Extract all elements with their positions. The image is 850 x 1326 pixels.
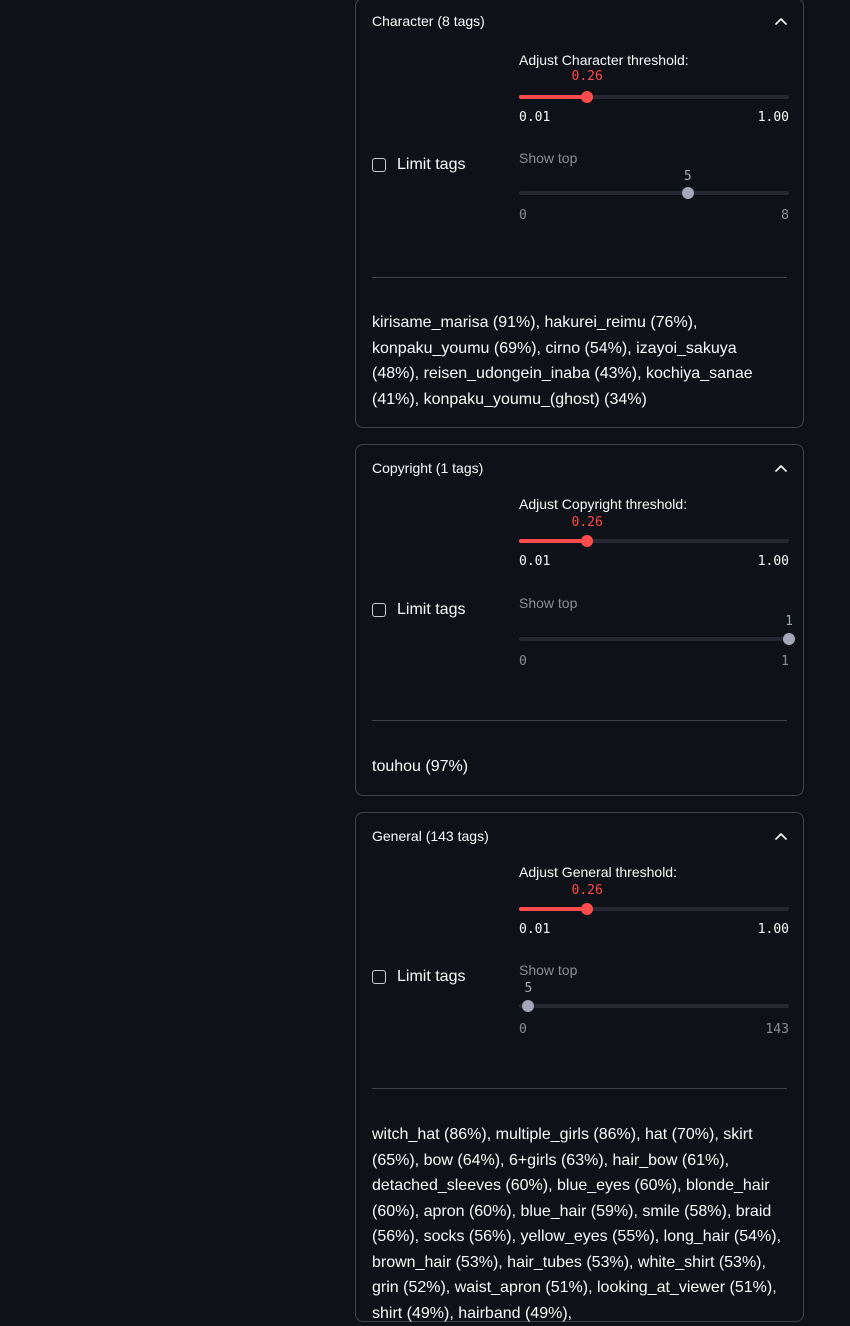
general-show-top-thumb[interactable]: [522, 1000, 535, 1012]
character-divider: [372, 277, 787, 278]
copyright-threshold-min: 0.01: [519, 554, 551, 569]
copyright-show-top-thumb[interactable]: [783, 633, 795, 645]
copyright-threshold-slider: Adjust Copyright threshold: 0.26 0.01 1.…: [519, 496, 790, 576]
character-show-top-max: 8: [781, 208, 789, 223]
copyright-threshold-thumb[interactable]: [581, 535, 594, 547]
character-threshold-slider: Adjust Character threshold: 0.26 0.01 1.…: [519, 52, 790, 132]
character-threshold-track[interactable]: [519, 91, 789, 103]
copyright-show-top-label: Show top: [519, 595, 578, 611]
character-show-top-value: 5: [683, 169, 692, 184]
copyright-limit-tags-checkbox[interactable]: Limit tags: [372, 601, 465, 619]
copyright-show-top-value: 1: [785, 614, 793, 629]
copyright-show-top-max: 1: [781, 654, 789, 669]
checkbox-box[interactable]: [372, 970, 386, 984]
general-threshold-value: 0.26: [571, 883, 603, 898]
chevron-up-icon[interactable]: [775, 462, 787, 474]
character-threshold-thumb[interactable]: [581, 91, 594, 103]
general-threshold-max: 1.00: [757, 922, 789, 937]
character-threshold-label: Adjust Character threshold:: [519, 52, 689, 68]
copyright-panel-title: Copyright (1 tags): [372, 460, 484, 476]
character-show-top-label: Show top: [519, 150, 578, 166]
general-limit-tags-checkbox[interactable]: Limit tags: [372, 968, 465, 986]
character-limit-tags-checkbox[interactable]: Limit tags: [372, 156, 465, 174]
general-threshold-thumb[interactable]: [581, 903, 594, 915]
general-threshold-slider: Adjust General threshold: 0.26 0.01 1.00: [519, 864, 790, 944]
general-threshold-min: 0.01: [519, 922, 551, 937]
copyright-limit-tags-label: Limit tags: [397, 601, 466, 618]
character-show-top-min: 0: [519, 208, 527, 223]
copyright-panel-header[interactable]: Copyright (1 tags): [372, 445, 787, 491]
general-show-top-max: 143: [765, 1022, 789, 1037]
general-threshold-fill: [519, 907, 588, 911]
character-show-top-slider: Show top 5 0 8: [519, 150, 790, 230]
general-threshold-track[interactable]: [519, 903, 789, 915]
general-show-top-min: 0: [519, 1022, 527, 1037]
general-show-top-label: Show top: [519, 962, 578, 978]
character-panel-header[interactable]: Character (8 tags): [372, 0, 787, 43]
general-threshold-label: Adjust General threshold:: [519, 864, 677, 880]
copyright-show-top-slider: Show top 1 0 1: [519, 595, 795, 675]
general-panel-header[interactable]: General (143 tags): [372, 813, 787, 859]
character-tags-text: kirisame_marisa (91%), hakurei_reimu (76…: [372, 314, 753, 408]
copyright-threshold-max: 1.00: [757, 554, 789, 569]
chevron-up-icon[interactable]: [775, 830, 787, 842]
general-panel-title: General (143 tags): [372, 828, 489, 844]
general-show-top-track[interactable]: [519, 1000, 789, 1012]
general-panel: General (143 tags) Adjust General thresh…: [355, 812, 804, 1322]
general-limit-tags-label: Limit tags: [397, 968, 466, 985]
character-threshold-min: 0.01: [519, 110, 551, 125]
general-tags-text: witch_hat (86%), multiple_girls (86%), h…: [372, 1126, 782, 1322]
character-show-top-track[interactable]: [519, 187, 789, 199]
general-divider: [372, 1088, 787, 1089]
chevron-up-icon[interactable]: [775, 15, 787, 27]
copyright-tags-text: touhou (97%): [372, 758, 469, 775]
copyright-show-top-min: 0: [519, 654, 527, 669]
copyright-show-top-track[interactable]: [519, 633, 795, 645]
checkbox-box[interactable]: [372, 158, 386, 172]
character-panel: Character (8 tags) Adjust Character thre…: [355, 0, 804, 428]
copyright-divider: [372, 720, 787, 721]
character-threshold-value: 0.26: [571, 69, 603, 84]
general-show-top-value: 5: [524, 981, 533, 996]
general-show-top-slider: Show top 5 0 143: [519, 962, 790, 1042]
copyright-threshold-fill: [519, 539, 588, 543]
character-threshold-fill: [519, 95, 588, 99]
checkbox-box[interactable]: [372, 603, 386, 617]
copyright-threshold-label: Adjust Copyright threshold:: [519, 496, 688, 512]
character-panel-title: Character (8 tags): [372, 13, 485, 29]
copyright-threshold-value: 0.26: [571, 515, 603, 530]
character-limit-tags-label: Limit tags: [397, 156, 466, 173]
copyright-threshold-track[interactable]: [519, 535, 789, 547]
character-threshold-max: 1.00: [757, 110, 789, 125]
character-show-top-thumb[interactable]: [681, 187, 694, 199]
copyright-panel: Copyright (1 tags) Adjust Copyright thre…: [355, 444, 804, 796]
